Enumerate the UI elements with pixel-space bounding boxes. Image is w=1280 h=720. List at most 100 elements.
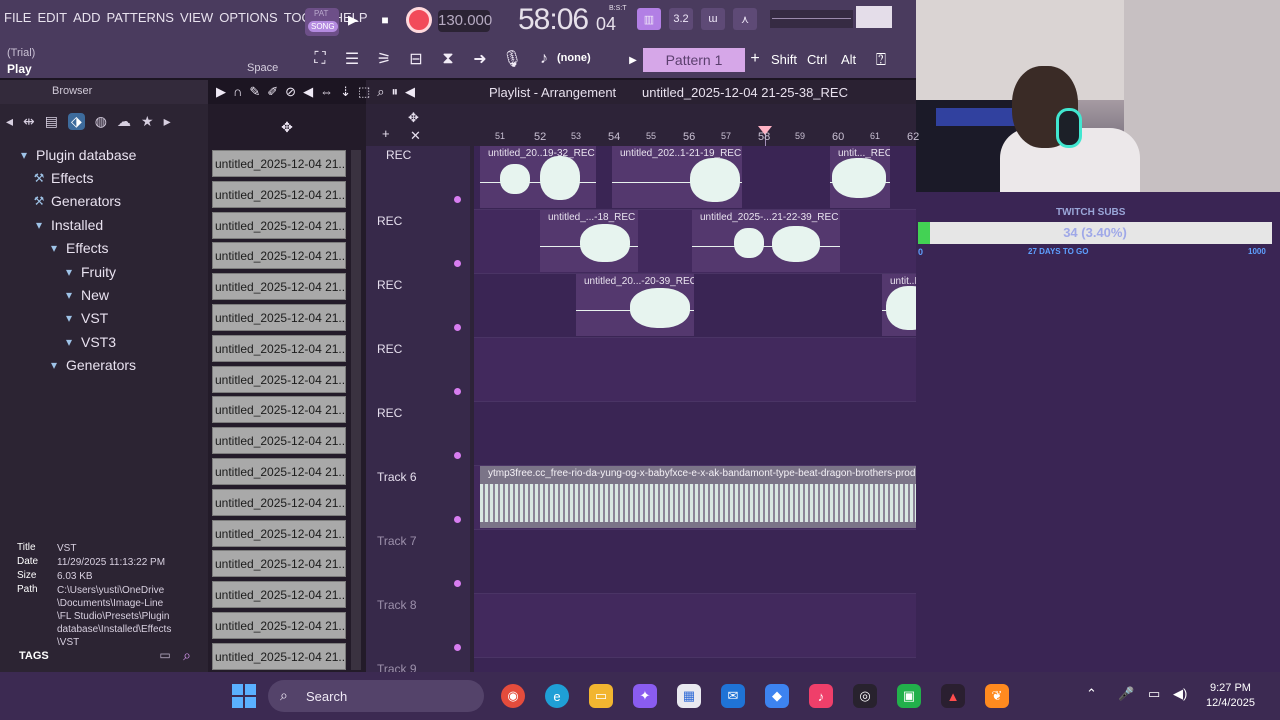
app-blue-icon[interactable]: ◆ [765,684,789,708]
browser-view-icon[interactable]: ⊟ [401,44,431,74]
typing-keyboard-icon[interactable]: ▥ [637,8,661,30]
audio-clip-item[interactable]: untitled_2025-12-04 21... [212,458,346,485]
metronome-icon[interactable]: ⋏ [733,8,757,30]
channel-rack-icon[interactable]: ☰ [337,44,367,74]
obs-icon[interactable]: ◎ [853,684,877,708]
track-name[interactable]: REC [377,342,402,356]
audio-clip-item[interactable]: untitled_2025-12-04 21... [212,519,346,547]
menu-view[interactable]: VIEW [180,10,213,25]
microphone-tray-icon[interactable]: 🎤 [1118,686,1134,702]
playlist-view-icon[interactable]: ⛶ [305,44,335,74]
fl-studio-icon[interactable]: ❦ [985,684,1009,708]
snap-icon[interactable]: ✥ [408,110,419,126]
pattern-arrow-icon[interactable]: ▶ [627,50,639,70]
folder-icon[interactable]: ▭ [158,647,172,663]
tree-item[interactable]: ▾ Fruity [0,260,205,283]
add-track-icon[interactable]: + [382,126,390,141]
audio-clip-item[interactable]: untitled_2025-12-04 21... [212,581,346,609]
stop-button[interactable]: ■ [375,10,395,30]
store-icon[interactable]: ▦ [677,684,701,708]
audio-clip-item[interactable]: untitled_2025-12-04 21... [212,488,346,516]
tempo-display[interactable]: 130.000 [438,10,492,32]
collapse-icon[interactable]: ⇹ [23,113,35,130]
countdown-icon[interactable]: 3.2 [669,8,693,30]
file-icon[interactable]: ▤ [45,113,58,130]
record-button[interactable] [406,7,432,33]
track-color-dot-icon[interactable] [454,388,461,395]
taskbar-clock[interactable]: 9:27 PM 12/4/2025 [1206,681,1255,711]
slice-icon[interactable]: ⇣ [340,84,351,100]
app-green-icon[interactable]: ▣ [897,684,921,708]
tiktok-icon[interactable]: ♪ [809,684,833,708]
audio-clip[interactable]: untit..._REC [830,146,890,208]
track-name[interactable]: Track 6 [377,470,417,484]
network-icon[interactable]: ▭ [1148,686,1160,702]
mute-icon[interactable]: ◀ [303,84,313,100]
arrow-right-icon[interactable]: ➜ [465,44,495,74]
play-button[interactable]: ▶ [343,10,363,30]
forward-icon[interactable]: ▸ [164,113,171,130]
search-icon[interactable]: ⌕ [178,646,196,664]
playlist-play-icon[interactable]: ▶ [216,84,226,100]
windows-start-icon[interactable] [232,684,256,708]
audio-clip-item[interactable]: untitled_2025-12-04 21... [212,427,346,455]
loop-record-icon[interactable]: ɯ [701,8,725,30]
cloud-icon[interactable]: ☁ [117,113,131,130]
back-icon[interactable]: ◂ [6,113,13,130]
headphones-icon[interactable]: ♪ [529,44,559,74]
shift-key-button[interactable]: Shift [771,52,797,67]
track-color-dot-icon[interactable] [454,580,461,587]
menu-file[interactable]: FILE [4,10,31,25]
close-icon[interactable]: ✕ [410,128,421,144]
outlook-icon[interactable]: ✉ [721,684,745,708]
chrome-icon[interactable]: ◉ [501,684,525,708]
star-icon[interactable]: ★ [141,113,154,130]
menu-options[interactable]: OPTIONS [219,10,278,25]
tree-item[interactable]: ▾ VST3 [0,330,205,353]
menu-add[interactable]: ADD [73,10,100,25]
tree-item[interactable]: ▾ Plugin database [0,143,205,166]
file-explorer-icon[interactable]: ▭ [589,684,613,708]
audio-clip-item[interactable]: untitled_2025-12-04 21... [212,211,346,239]
tree-item[interactable]: ▾ New [0,283,205,306]
audio-clip[interactable]: untitled_...-18_REC [540,210,638,272]
globe-icon[interactable]: ◍ [95,113,107,130]
audio-clip[interactable]: untitled_202..1-21-19_REC [612,146,742,208]
delete-icon[interactable]: ⊘ [285,84,296,100]
mixer-icon[interactable]: ⧗ [433,44,463,74]
track-name[interactable]: REC [386,148,411,162]
copilot-icon[interactable]: ✦ [633,684,657,708]
track-color-dot-icon[interactable] [454,324,461,331]
brush-icon[interactable]: ✐ [267,84,278,100]
menu-patterns[interactable]: PATTERNS [107,10,174,25]
magnet-icon[interactable]: ∩ [233,84,242,100]
audio-clip-item[interactable]: untitled_2025-12-04 21... [212,642,346,670]
audio-clip-item[interactable]: untitled_2025-12-04 21... [212,365,346,393]
volume-icon[interactable]: ◀) [1173,686,1187,702]
audio-clip[interactable]: untitled_2025-...21-22-39_REC [692,210,840,272]
speaker-icon[interactable]: ◀ [405,84,415,100]
track-name[interactable]: Track 7 [377,534,417,548]
audio-clip-item[interactable]: untitled_2025-12-04 21... [212,550,346,578]
tree-item[interactable]: ▾ Generators [0,354,205,377]
track-name[interactable]: REC [377,406,402,420]
track-name[interactable]: Track 8 [377,598,417,612]
picker-scrollbar[interactable] [351,150,361,670]
track-name[interactable]: REC [377,214,402,228]
audio-clip-item[interactable]: untitled_2025-12-04 21... [212,396,346,424]
audio-clip[interactable]: untitled_20...-20-39_REC [576,274,694,336]
taskbar-search[interactable]: ⌕ Search [268,680,484,712]
audio-clip-item[interactable]: untitled_2025-12-04 21... [212,150,346,177]
app-alert-icon[interactable]: ▲ [941,684,965,708]
picker-move-icon[interactable]: ✥ [281,119,293,136]
tree-item[interactable]: ⚒ Effects [0,166,205,189]
track-color-dot-icon[interactable] [454,516,461,523]
audio-clip-item[interactable]: untitled_2025-12-04 21... [212,273,346,301]
audio-clip-item[interactable]: untitled_2025-12-04 21... [212,304,346,331]
pencil-icon[interactable]: ✎ [249,84,260,100]
pat-song-toggle[interactable]: PAT SONG [305,8,339,36]
playback-icon[interactable]: ⏸ [392,84,399,100]
track-color-dot-icon[interactable] [454,644,461,651]
audio-clip-item[interactable]: untitled_2025-12-04 21... [212,334,346,362]
ctrl-key-button[interactable]: Ctrl [807,52,827,67]
